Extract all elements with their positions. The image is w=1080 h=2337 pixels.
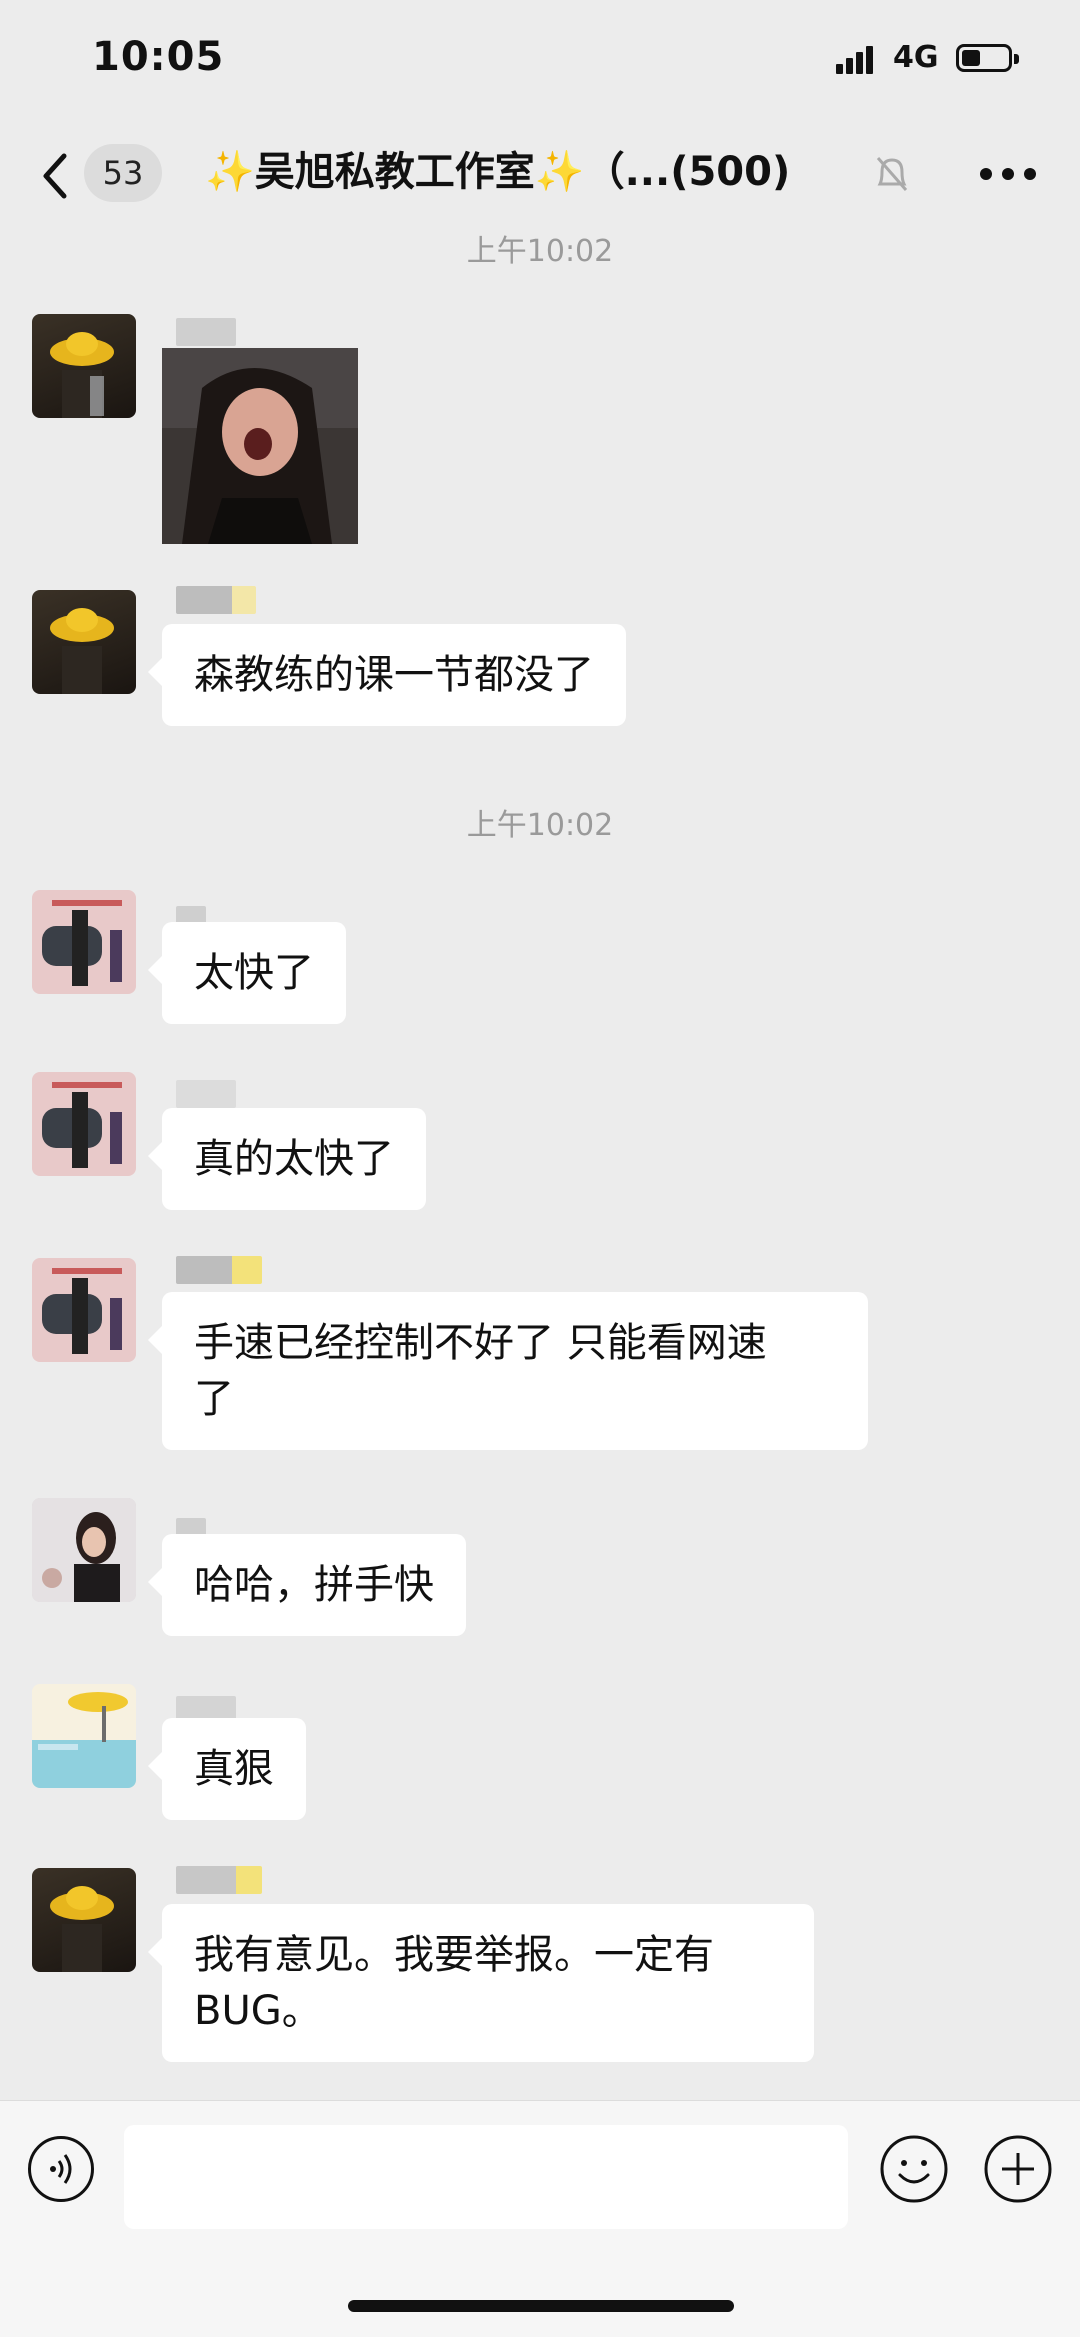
status-bar: 10:05 4G [0,0,1080,120]
nickname [176,586,256,614]
avatar[interactable] [32,590,136,694]
message-bubble[interactable]: 手速已经控制不好了 只能看网速 了 [148,1292,868,1450]
avatar[interactable] [32,1072,136,1176]
message-bubble[interactable]: 真的太快了 [148,1108,426,1210]
nickname [176,1256,262,1284]
nickname [176,1866,262,1894]
timestamp: 上午10:02 [466,808,614,843]
status-time: 10:05 [92,34,225,80]
home-indicator[interactable] [348,2300,734,2312]
message-bubble[interactable]: 森教练的课一节都没了 [148,624,626,726]
more-icon[interactable] [980,168,1036,182]
chat-title[interactable]: ✨吴旭私教工作室✨（...(500) [205,144,790,200]
avatar[interactable] [32,1498,136,1602]
smiley-icon[interactable] [878,2133,950,2205]
battery-icon [956,44,1019,72]
avatar[interactable] [32,1684,136,1788]
message-bubble[interactable]: 真狠 [148,1718,306,1820]
message-bubble[interactable]: 太快了 [148,922,346,1024]
avatar[interactable] [32,890,136,994]
bell-off-icon [872,152,912,196]
network-type: 4G [893,40,939,75]
message-bubble[interactable]: 我有意见。我要举报。一定有 BUG。 [148,1904,814,2062]
unread-badge[interactable]: 53 [84,144,162,202]
photo-message[interactable] [162,348,358,544]
nickname [176,1080,236,1108]
plus-icon[interactable] [982,2133,1054,2205]
avatar[interactable] [32,1868,136,1972]
chat-header: 53 ✨吴旭私教工作室✨（...(500) [0,120,1080,230]
message-bubble[interactable]: 哈哈，拼手快 [148,1534,466,1636]
signal-icon [836,46,880,74]
avatar[interactable] [32,1258,136,1362]
voice-icon[interactable] [28,2136,94,2202]
chevron-left-icon[interactable] [36,146,76,206]
avatar[interactable] [32,314,136,418]
timestamp: 上午10:02 [466,234,614,269]
nickname [176,318,236,346]
message-input[interactable] [124,2125,848,2229]
